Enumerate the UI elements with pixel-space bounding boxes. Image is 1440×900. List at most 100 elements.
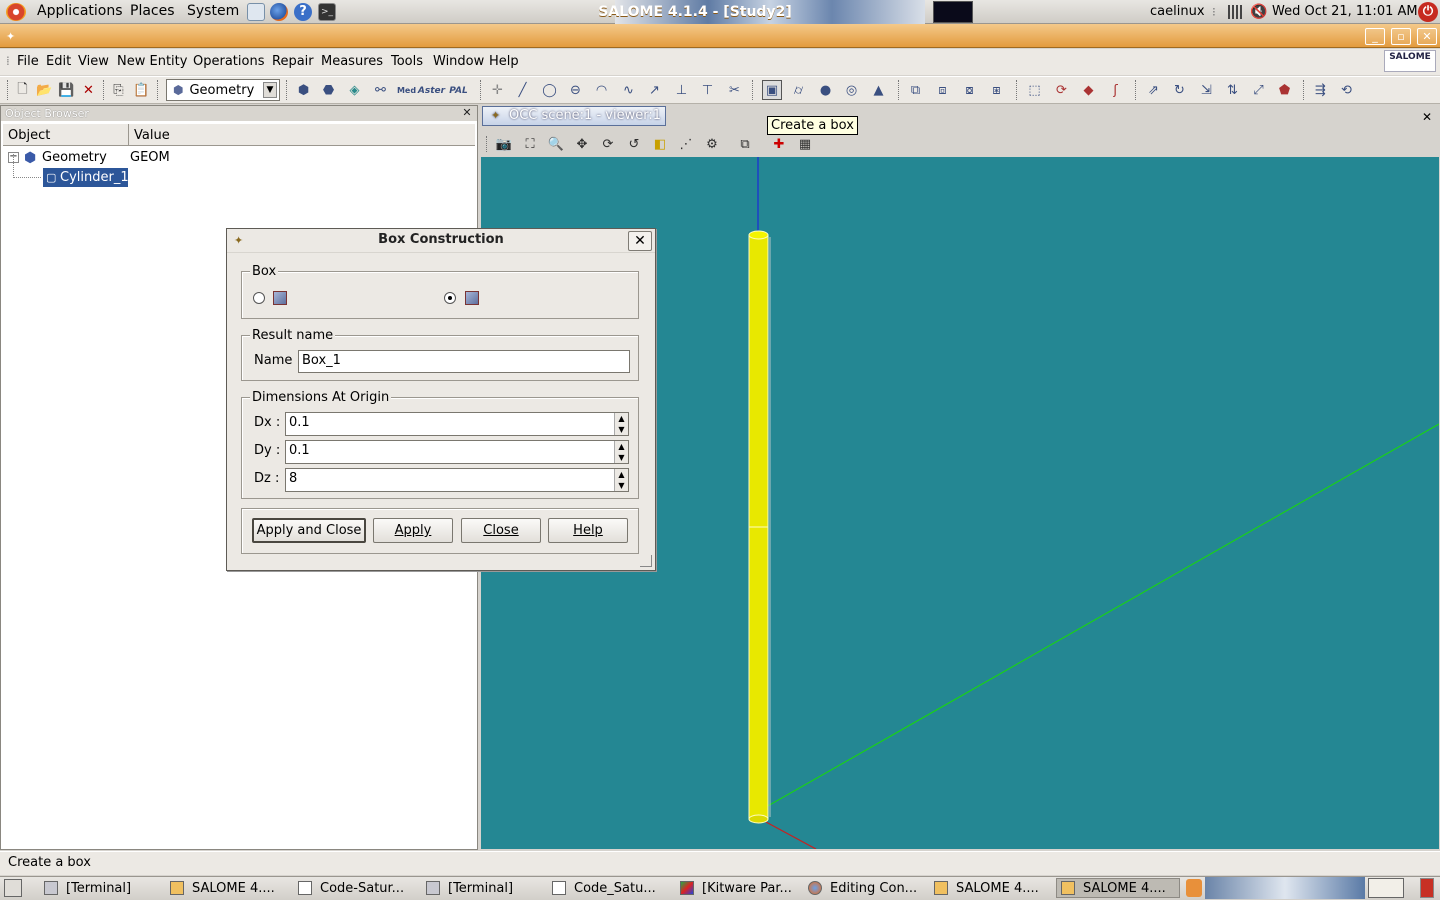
location-icon[interactable]: ⇲ (1198, 82, 1215, 99)
task-salome-1[interactable]: SALOME 4.... (166, 878, 291, 898)
window-menu-icon[interactable]: ✦ (6, 30, 15, 43)
zoom-icon[interactable]: 🔍 (547, 135, 565, 153)
task-editing-content[interactable]: Editing Con... (804, 878, 929, 898)
close-document-icon[interactable]: ✕ (80, 82, 97, 99)
post-pro-module-icon[interactable]: ◈ (346, 82, 363, 99)
help-button[interactable]: Help (548, 518, 628, 543)
sphere-icon[interactable]: ● (817, 82, 834, 99)
tree-item-geometry[interactable]: Geometry (42, 150, 107, 165)
open-folder-icon[interactable]: 📂 (36, 82, 53, 99)
shutdown-icon[interactable]: ⏻ (1418, 2, 1438, 22)
module-select[interactable]: ⬢ Geometry ▼ (166, 79, 280, 101)
dz-stepper[interactable]: ▲ ▼ (614, 469, 628, 491)
apply-and-close-button[interactable]: Apply and Close (252, 518, 366, 543)
translation-icon[interactable]: ⇗ (1145, 82, 1162, 99)
menu-view[interactable]: View (78, 54, 109, 69)
task-salome-2[interactable]: SALOME 4.... (930, 878, 1055, 898)
task-kitware-paraview[interactable]: [Kitware Par... (676, 878, 801, 898)
cone-icon[interactable]: ▲ (870, 82, 887, 99)
rotation-icon[interactable]: ↻ (1171, 82, 1188, 99)
local-cs-icon[interactable]: ⊤ (699, 82, 716, 99)
trihedron-icon[interactable]: ⚙ (703, 135, 721, 153)
menu-new-entity[interactable]: New Entity (117, 54, 187, 69)
common-icon[interactable]: ⧈ (934, 82, 951, 99)
circle-icon[interactable]: ◯ (541, 82, 558, 99)
geometry-module-icon[interactable]: ⬢ (295, 82, 312, 99)
point-icon[interactable]: ✛ (489, 82, 506, 99)
plane-icon[interactable]: ⊥ (673, 82, 690, 99)
axes-icon[interactable]: ✚ (770, 135, 788, 153)
trash-icon[interactable] (1186, 879, 1202, 897)
dx-stepper[interactable]: ▲ ▼ (614, 413, 628, 435)
ellipse-icon[interactable]: ⊖ (567, 82, 584, 99)
dx-field[interactable]: 0.1 (285, 412, 629, 436)
column-header-value[interactable]: Value (134, 128, 170, 143)
menu-measures[interactable]: Measures (321, 54, 383, 69)
cut-icon[interactable]: ⧇ (961, 82, 978, 99)
object-browser-title[interactable]: Object Browser (1, 106, 477, 121)
multi-translation-icon[interactable]: ⇶ (1312, 82, 1329, 99)
object-browser-close-icon[interactable]: ✕ (460, 106, 474, 120)
save-icon[interactable]: 💾 (58, 82, 75, 99)
torus-icon[interactable]: ◎ (843, 82, 860, 99)
aster-module-icon[interactable]: Aster (418, 82, 445, 99)
menu-repair[interactable]: Repair (272, 54, 314, 69)
offset-icon[interactable]: ⬟ (1276, 82, 1293, 99)
menu-edit[interactable]: Edit (46, 54, 71, 69)
extrusion-icon[interactable]: ⬚ (1026, 82, 1043, 99)
filling-icon[interactable]: ◆ (1080, 82, 1097, 99)
menu-window[interactable]: Window (433, 54, 484, 69)
clone-view-icon[interactable]: ⧉ (736, 135, 754, 153)
menu-help[interactable]: Help (489, 54, 519, 69)
viewer-tab[interactable]: ✦ OCC scene:1 - viewer:1 (482, 106, 666, 126)
arc-icon[interactable]: ◠ (593, 82, 610, 99)
copy-icon[interactable]: ⎘ (110, 82, 127, 99)
fit-all-icon[interactable]: ⛶ (521, 135, 539, 153)
box-icon[interactable]: ▣ (762, 80, 782, 100)
task-terminal-1[interactable]: [Terminal] (40, 878, 165, 898)
column-header-object[interactable]: Object (8, 128, 50, 143)
task-salome-active[interactable]: SALOME 4.... (1056, 878, 1180, 898)
pipe-icon[interactable]: ʃ (1107, 82, 1124, 99)
sketch-icon[interactable]: ✂ (726, 82, 743, 99)
dy-stepper[interactable]: ▲ ▼ (614, 441, 628, 463)
dialog-close-icon[interactable]: ✕ (628, 231, 652, 251)
med-module-icon[interactable]: Med (397, 82, 416, 99)
pal-module-icon[interactable]: PAL (449, 82, 467, 99)
viewer-close-icon[interactable]: ✕ (1420, 110, 1434, 124)
clipping-icon[interactable]: ⋰ (677, 135, 695, 153)
show-desktop-icon[interactable] (4, 879, 22, 897)
paste-icon[interactable]: 📋 (133, 82, 150, 99)
maximize-button[interactable]: ▫ (1391, 28, 1411, 45)
multi-rotation-icon[interactable]: ⟲ (1338, 82, 1355, 99)
task-code-saturne-1[interactable]: Code-Satur... (294, 878, 419, 898)
result-name-field[interactable]: Box_1 (298, 350, 630, 373)
fuse-icon[interactable]: ⧉ (907, 82, 924, 99)
rotate-view-icon[interactable]: ⟳ (599, 135, 617, 153)
scale-view-icon[interactable]: ▦ (796, 135, 814, 153)
dy-field[interactable]: 0.1 (285, 440, 629, 464)
dump-view-icon[interactable]: 📷 (495, 135, 513, 153)
section-icon[interactable]: ⧆ (988, 82, 1005, 99)
line-icon[interactable]: ╱ (514, 82, 531, 99)
box-by-dimensions-radio[interactable] (444, 292, 456, 304)
menu-file[interactable]: File (17, 54, 39, 69)
close-window-button[interactable]: ✕ (1417, 28, 1437, 45)
tree-item-cylinder[interactable]: ▢ Cylinder_1 (43, 168, 129, 187)
revolution-icon[interactable]: ⟳ (1053, 82, 1070, 99)
column-divider[interactable] (128, 124, 129, 146)
minimize-button[interactable]: _ (1365, 28, 1385, 45)
workspace-switcher[interactable] (1368, 878, 1404, 898)
cylinder-icon[interactable]: ⌭ (790, 82, 807, 99)
dialog-resize-grip[interactable] (640, 555, 652, 567)
menu-operations[interactable]: Operations (193, 54, 264, 69)
dz-field[interactable]: 8 (285, 468, 629, 492)
new-document-icon[interactable]: 🗋 (14, 82, 31, 99)
task-code-saturne-2[interactable]: Code_Satu... (548, 878, 673, 898)
trash-applet-icon[interactable] (1420, 878, 1434, 898)
vector-icon[interactable]: ↗ (646, 82, 663, 99)
window-titlebar[interactable] (0, 24, 1440, 48)
menu-tools[interactable]: Tools (391, 54, 423, 69)
close-button[interactable]: Close (461, 518, 541, 543)
curve-icon[interactable]: ∿ (620, 82, 637, 99)
